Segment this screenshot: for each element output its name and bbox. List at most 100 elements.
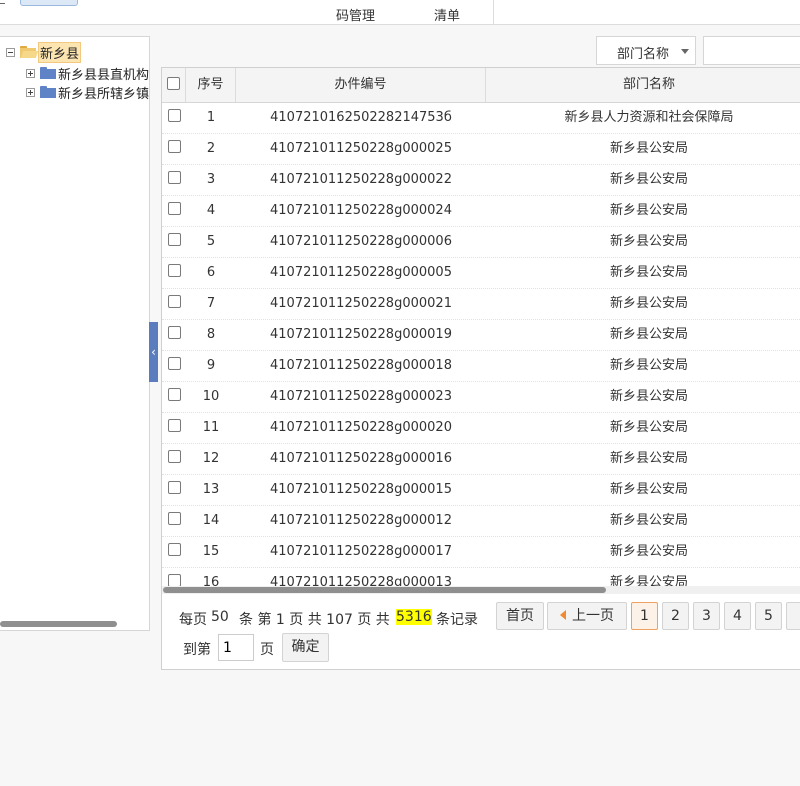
chevron-left-icon: ‹	[151, 345, 156, 359]
table-row[interactable]: 6 410721011250228g000005 新乡县公安局	[162, 258, 800, 289]
column-header-dept[interactable]: 部门名称	[486, 68, 800, 102]
cell-dept: 新乡县人力资源和社会保障局	[564, 110, 734, 125]
table-row[interactable]: 13 410721011250228g000015 新乡县公安局	[162, 475, 800, 506]
table-row[interactable]: 7 410721011250228g000021 新乡县公安局	[162, 289, 800, 320]
tree-horizontal-scrollbar[interactable]	[0, 621, 117, 627]
grid-horizontal-scrollbar[interactable]	[162, 586, 800, 594]
table-row[interactable]: 3 410721011250228g000022 新乡县公安局	[162, 165, 800, 196]
table-row[interactable]: 1 410721016250228214753б 新乡县人力资源和社会保障局	[162, 103, 800, 134]
tree-panel: 新乡县 新乡县县直机构 新乡县所辖乡镇	[0, 36, 150, 631]
page-button-3[interactable]: 3	[693, 602, 720, 630]
cell-number: 410721011250228g000020	[270, 420, 452, 435]
cell-seq: 6	[206, 265, 216, 280]
pager-page-info: 条 第 1 页 共 107 页 共	[239, 612, 390, 628]
cell-dept: 新乡县公安局	[609, 172, 688, 187]
cell-seq: 11	[202, 420, 220, 435]
row-checkbox[interactable]	[167, 388, 181, 401]
folder-icon	[40, 67, 56, 79]
select-all-checkbox[interactable]	[167, 76, 180, 90]
row-checkbox[interactable]	[167, 419, 181, 432]
table-row[interactable]: 8 410721011250228g000019 新乡县公安局	[162, 320, 800, 351]
tree-node-root[interactable]: 新乡县	[6, 41, 82, 63]
expand-icon[interactable]	[26, 68, 35, 78]
cell-dept: 新乡县公安局	[609, 203, 688, 218]
cell-number: 410721011250228g000025	[270, 141, 452, 156]
cell-dept: 新乡县公安局	[609, 544, 688, 559]
header-checkbox-cell	[162, 68, 186, 102]
cell-seq: 5	[206, 234, 216, 249]
table-row[interactable]: 4 410721011250228g000024 新乡县公安局	[162, 196, 800, 227]
cell-seq: 13	[202, 482, 220, 497]
cell-seq: 4	[206, 203, 216, 218]
cell-number: 410721011250228g000019	[270, 327, 452, 342]
row-checkbox[interactable]	[167, 295, 181, 308]
row-checkbox[interactable]	[167, 357, 181, 370]
pager-total-records: 5316	[396, 609, 432, 625]
table-row[interactable]: 5 410721011250228g000006 新乡县公安局	[162, 227, 800, 258]
row-checkbox[interactable]	[167, 109, 181, 122]
tree-node-county-agencies[interactable]: 新乡县县直机构	[26, 64, 149, 83]
table-row[interactable]: 2 410721011250228g000025 新乡县公安局	[162, 134, 800, 165]
next-page-button[interactable]	[786, 602, 800, 630]
search-input[interactable]	[703, 36, 800, 65]
tree-node-townships[interactable]: 新乡县所辖乡镇	[26, 83, 149, 102]
collapse-icon[interactable]	[6, 47, 15, 57]
row-checkbox[interactable]	[167, 264, 181, 277]
row-checkbox[interactable]	[167, 543, 181, 556]
table-row[interactable]: 15 410721011250228g000017 新乡县公安局	[162, 537, 800, 568]
top-button[interactable]	[20, 0, 78, 6]
cell-number: 410721011250228g000013	[270, 575, 452, 586]
row-checkbox[interactable]	[167, 512, 181, 525]
pager-per-page-value[interactable]: 50	[211, 609, 229, 625]
cell-seq: 16	[202, 575, 220, 586]
column-header-seq[interactable]: 序号	[186, 68, 236, 102]
tree-node-label[interactable]: 新乡县所辖乡镇	[58, 83, 149, 102]
cell-dept: 新乡县公安局	[609, 296, 688, 311]
cell-number: 410721011250228g000021	[270, 296, 452, 311]
table-row[interactable]: 16 410721011250228g000013 新乡县公安局	[162, 568, 800, 586]
table-row[interactable]: 11 410721011250228g000020 新乡县公安局	[162, 413, 800, 444]
search-field-select[interactable]: 部门名称	[596, 36, 696, 65]
expand-icon[interactable]	[26, 87, 35, 97]
cell-seq: 1	[206, 110, 216, 125]
cell-seq: 14	[202, 513, 220, 528]
cell-seq: 2	[206, 141, 216, 156]
tree-node-label[interactable]: 新乡县县直机构	[58, 64, 149, 83]
row-checkbox[interactable]	[167, 326, 181, 339]
column-header-number[interactable]: 办件编号	[236, 68, 486, 102]
row-checkbox[interactable]	[167, 140, 181, 153]
panel-collapse-handle[interactable]: ‹	[149, 322, 158, 382]
page-button-1[interactable]: 1	[631, 602, 658, 630]
cell-dept: 新乡县公安局	[609, 327, 688, 342]
cell-number: 410721011250228g000022	[270, 172, 452, 187]
row-checkbox[interactable]	[167, 171, 181, 184]
page-button-4[interactable]: 4	[724, 602, 751, 630]
page-button-5[interactable]: 5	[755, 602, 782, 630]
tree-node-label[interactable]: 新乡县	[38, 41, 82, 63]
cell-number: 410721011250228g000005	[270, 265, 452, 280]
row-checkbox[interactable]	[167, 481, 181, 494]
cell-number: 410721011250228g000024	[270, 203, 452, 218]
goto-page-input[interactable]	[218, 634, 254, 661]
pager-records-suffix: 条记录	[436, 612, 478, 628]
row-checkbox[interactable]	[167, 450, 181, 463]
confirm-button[interactable]: 确定	[282, 633, 329, 662]
table-row[interactable]: 9 410721011250228g000018 新乡县公安局	[162, 351, 800, 382]
table-row[interactable]: 14 410721011250228g000012 新乡县公安局	[162, 506, 800, 537]
table-row[interactable]: 10 410721011250228g000023 新乡县公安局	[162, 382, 800, 413]
tab-code-management[interactable]: 码管理	[336, 5, 375, 24]
row-checkbox[interactable]	[167, 202, 181, 215]
page-button-2[interactable]: 2	[662, 602, 689, 630]
goto-prefix: 到第	[183, 642, 211, 658]
table-row[interactable]: 12 410721011250228g000016 新乡县公安局	[162, 444, 800, 475]
row-checkbox[interactable]	[167, 574, 181, 586]
prev-page-button[interactable]: 上一页	[547, 602, 627, 630]
cell-seq: 8	[206, 327, 216, 342]
scrollbar-thumb[interactable]	[163, 587, 606, 593]
first-page-button[interactable]: 首页	[496, 602, 544, 630]
cell-dept: 新乡县公安局	[609, 358, 688, 373]
top-bar: 码管理 清单	[0, 0, 800, 25]
tab-list[interactable]: 清单	[434, 5, 460, 24]
folder-open-icon	[20, 46, 39, 58]
row-checkbox[interactable]	[167, 233, 181, 246]
